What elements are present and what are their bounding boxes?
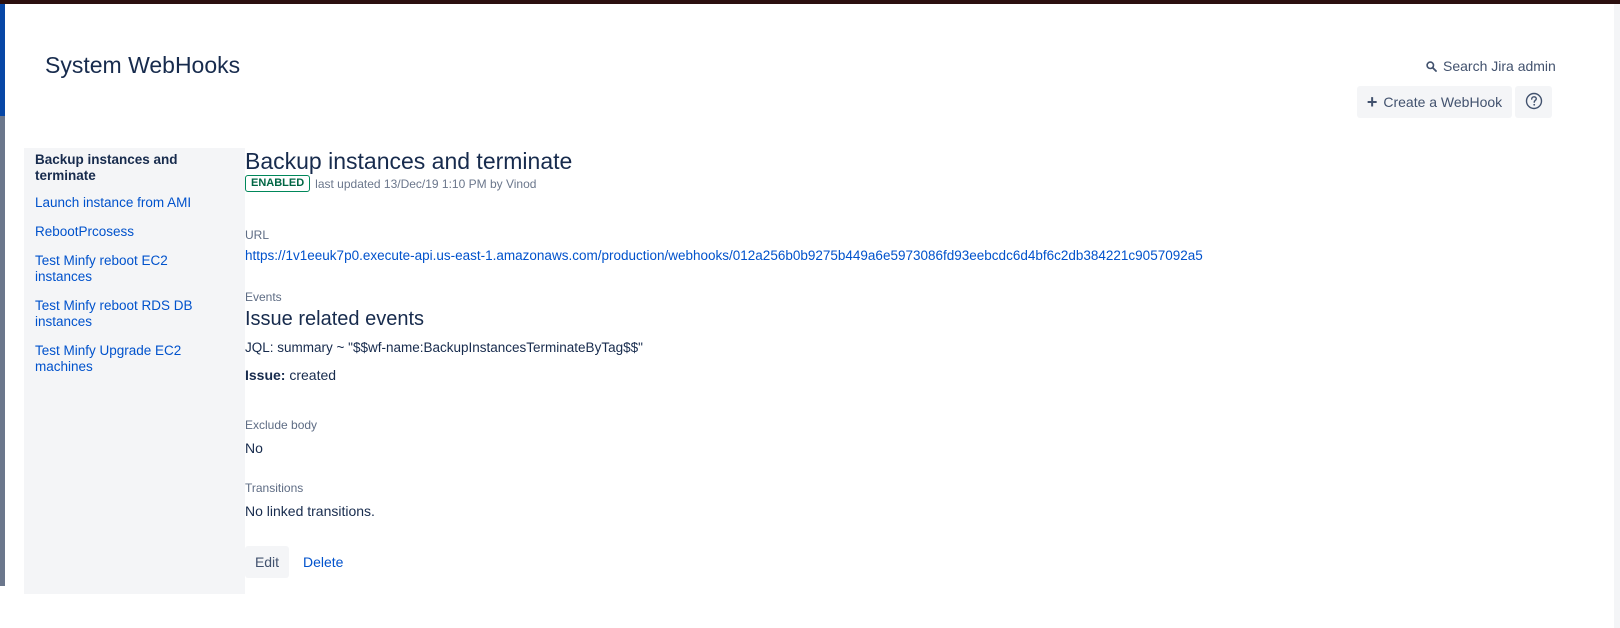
app-nav-edge [0, 4, 5, 116]
page-scrollbar[interactable] [1614, 4, 1620, 628]
events-heading: Issue related events [245, 308, 424, 330]
page-title: System WebHooks [45, 52, 241, 78]
webhook-url-link[interactable]: https://1v1eeuk7p0.execute-api.us-east-1… [245, 248, 1203, 263]
browser-top-border [0, 0, 1620, 4]
issue-value: created [289, 367, 337, 383]
jql-filter-text: JQL: summary ~ "$$wf-name:BackupInstance… [245, 340, 643, 355]
webhook-meta: ENABLED last updated 13/Dec/19 1:10 PM b… [245, 175, 536, 192]
create-webhook-label: Create a WebHook [1383, 94, 1503, 110]
transitions-label: Transitions [245, 481, 304, 495]
edit-button[interactable]: Edit [245, 546, 289, 578]
webhook-title: Backup instances and terminate [245, 148, 573, 174]
search-jira-admin-link[interactable]: Search Jira admin [1426, 58, 1556, 74]
sidebar-item-test-reboot-ec2[interactable]: Test Minfy reboot EC2 instances [35, 253, 225, 285]
sidebar-item-launch-instance[interactable]: Launch instance from AMI [35, 195, 225, 211]
plus-icon: + [1366, 92, 1378, 112]
sidebar-item-test-reboot-rds[interactable]: Test Minfy reboot RDS DB instances [35, 298, 225, 330]
question-circle-icon [1525, 92, 1543, 113]
webhook-sidebar: Backup instances and terminate Launch in… [24, 148, 245, 594]
app-nav-edge-lower [0, 116, 5, 586]
status-badge: ENABLED [245, 175, 311, 192]
exclude-body-value: No [245, 440, 263, 456]
transitions-value: No linked transitions. [245, 503, 375, 519]
search-icon [1426, 60, 1437, 72]
sidebar-item-test-upgrade-ec2[interactable]: Test Minfy Upgrade EC2 machines [35, 343, 225, 375]
issue-events-line: Issue: created [245, 367, 336, 383]
issue-label: Issue: [245, 367, 286, 383]
exclude-body-label: Exclude body [245, 418, 318, 432]
search-jira-admin-label: Search Jira admin [1443, 58, 1556, 74]
header-actions: + Create a WebHook [1357, 86, 1552, 118]
events-label: Events [245, 290, 282, 304]
sidebar-item-reboot-process[interactable]: RebootPrcosess [35, 224, 225, 240]
help-button[interactable] [1515, 86, 1552, 118]
url-label: URL [245, 228, 270, 242]
delete-link[interactable]: Delete [303, 554, 343, 570]
sidebar-item-backup-instances[interactable]: Backup instances and terminate [35, 152, 225, 184]
create-webhook-button[interactable]: + Create a WebHook [1357, 86, 1512, 118]
last-updated-text: last updated 13/Dec/19 1:10 PM by Vinod [315, 176, 537, 191]
